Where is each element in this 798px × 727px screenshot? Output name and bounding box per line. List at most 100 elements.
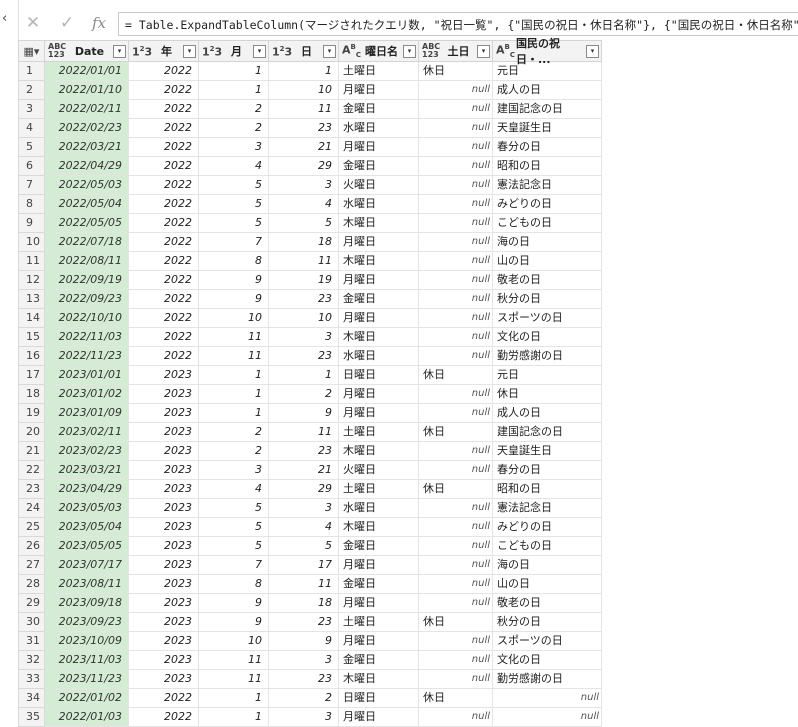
cell-weekend[interactable]: null bbox=[418, 308, 493, 328]
cell-month[interactable]: 11 bbox=[198, 346, 269, 366]
cell-weekday-name[interactable]: 土曜日 bbox=[338, 479, 419, 499]
cell-day[interactable]: 3 bbox=[268, 175, 339, 195]
cell-weekend[interactable]: null bbox=[418, 194, 493, 214]
cell-month[interactable]: 5 bbox=[198, 175, 269, 195]
cell-day[interactable]: 5 bbox=[268, 536, 339, 556]
cell-holiday-name[interactable]: 休日 bbox=[492, 384, 602, 404]
cell-year[interactable]: 2023 bbox=[128, 574, 199, 594]
cell-date[interactable]: 2023/09/18 bbox=[44, 593, 129, 613]
insert-function-button[interactable]: fx bbox=[84, 8, 114, 38]
table-row[interactable]: 22 2023/03/21 2023 3 21 火曜日 null 春分の日 bbox=[18, 460, 602, 480]
cell-weekend[interactable]: null bbox=[418, 156, 493, 176]
cell-day[interactable]: 3 bbox=[268, 707, 339, 727]
column-header-date[interactable]: ABC 123 Date ▾ bbox=[44, 40, 129, 62]
filter-dropdown-icon[interactable]: ▾ bbox=[323, 44, 336, 58]
cell-weekday-name[interactable]: 月曜日 bbox=[338, 631, 419, 651]
filter-dropdown-icon[interactable]: ▾ bbox=[477, 44, 490, 58]
cell-year[interactable]: 2023 bbox=[128, 631, 199, 651]
cell-holiday-name[interactable]: 建国記念の日 bbox=[492, 99, 602, 119]
cell-year[interactable]: 2023 bbox=[128, 441, 199, 461]
column-header-year[interactable]: 123 年 ▾ bbox=[128, 40, 199, 62]
cell-weekend[interactable]: null bbox=[418, 403, 493, 423]
cell-month[interactable]: 4 bbox=[198, 156, 269, 176]
cell-day[interactable]: 4 bbox=[268, 194, 339, 214]
cell-weekday-name[interactable]: 金曜日 bbox=[338, 536, 419, 556]
cell-year[interactable]: 2023 bbox=[128, 612, 199, 632]
cell-year[interactable]: 2022 bbox=[128, 118, 199, 138]
cell-year[interactable]: 2022 bbox=[128, 61, 199, 81]
cell-holiday-name[interactable]: 山の日 bbox=[492, 251, 602, 271]
cell-day[interactable]: 11 bbox=[268, 422, 339, 442]
cell-weekend[interactable]: null bbox=[418, 213, 493, 233]
cell-day[interactable]: 18 bbox=[268, 593, 339, 613]
cell-day[interactable]: 21 bbox=[268, 137, 339, 157]
cell-weekday-name[interactable]: 月曜日 bbox=[338, 137, 419, 157]
cell-day[interactable]: 9 bbox=[268, 631, 339, 651]
cell-month[interactable]: 8 bbox=[198, 251, 269, 271]
cell-year[interactable]: 2022 bbox=[128, 251, 199, 271]
cell-month[interactable]: 2 bbox=[198, 99, 269, 119]
cell-weekend[interactable]: null bbox=[418, 631, 493, 651]
row-number[interactable]: 31 bbox=[18, 631, 45, 651]
cell-day[interactable]: 11 bbox=[268, 251, 339, 271]
cell-day[interactable]: 2 bbox=[268, 688, 339, 708]
cell-year[interactable]: 2022 bbox=[128, 99, 199, 119]
row-number[interactable]: 11 bbox=[18, 251, 45, 271]
row-number[interactable]: 3 bbox=[18, 99, 45, 119]
table-row[interactable]: 24 2023/05/03 2023 5 3 水曜日 null 憲法記念日 bbox=[18, 498, 602, 518]
cell-weekday-name[interactable]: 木曜日 bbox=[338, 327, 419, 347]
cell-month[interactable]: 1 bbox=[198, 61, 269, 81]
cell-weekday-name[interactable]: 水曜日 bbox=[338, 346, 419, 366]
cell-holiday-name[interactable]: 敬老の日 bbox=[492, 593, 602, 613]
formula-input[interactable]: = Table.ExpandTableColumn(マージされたクエリ数, "祝… bbox=[118, 12, 798, 36]
row-number[interactable]: 12 bbox=[18, 270, 45, 290]
cell-weekday-name[interactable]: 木曜日 bbox=[338, 441, 419, 461]
cell-day[interactable]: 11 bbox=[268, 574, 339, 594]
cell-year[interactable]: 2023 bbox=[128, 669, 199, 689]
cell-day[interactable]: 23 bbox=[268, 441, 339, 461]
row-number[interactable]: 20 bbox=[18, 422, 45, 442]
cell-holiday-name[interactable]: 元日 bbox=[492, 365, 602, 385]
cell-day[interactable]: 9 bbox=[268, 403, 339, 423]
cell-day[interactable]: 23 bbox=[268, 669, 339, 689]
cell-year[interactable]: 2023 bbox=[128, 479, 199, 499]
table-row[interactable]: 25 2023/05/04 2023 5 4 木曜日 null みどりの日 bbox=[18, 517, 602, 537]
cell-day[interactable]: 11 bbox=[268, 99, 339, 119]
type-abc123-icon[interactable]: ABC 123 bbox=[422, 43, 440, 59]
cell-weekend[interactable]: null bbox=[418, 251, 493, 271]
cell-weekday-name[interactable]: 水曜日 bbox=[338, 194, 419, 214]
cell-holiday-name[interactable]: 秋分の日 bbox=[492, 289, 602, 309]
cell-holiday-name[interactable]: 文化の日 bbox=[492, 327, 602, 347]
cell-day[interactable]: 23 bbox=[268, 289, 339, 309]
table-row[interactable]: 13 2022/09/23 2022 9 23 金曜日 null 秋分の日 bbox=[18, 289, 602, 309]
cell-day[interactable]: 21 bbox=[268, 460, 339, 480]
confirm-button[interactable]: ✓ bbox=[52, 8, 82, 38]
cell-weekend[interactable]: null bbox=[418, 346, 493, 366]
cell-holiday-name[interactable]: スポーツの日 bbox=[492, 308, 602, 328]
cell-date[interactable]: 2023/02/23 bbox=[44, 441, 129, 461]
cell-weekend[interactable]: null bbox=[418, 327, 493, 347]
cell-date[interactable]: 2022/05/03 bbox=[44, 175, 129, 195]
table-row[interactable]: 3 2022/02/11 2022 2 11 金曜日 null 建国記念の日 bbox=[18, 99, 602, 119]
cell-date[interactable]: 2023/10/09 bbox=[44, 631, 129, 651]
cell-date[interactable]: 2022/11/03 bbox=[44, 327, 129, 347]
cell-month[interactable]: 8 bbox=[198, 574, 269, 594]
cell-holiday-name[interactable]: みどりの日 bbox=[492, 517, 602, 537]
filter-dropdown-icon[interactable]: ▾ bbox=[253, 44, 266, 58]
cell-weekday-name[interactable]: 月曜日 bbox=[338, 232, 419, 252]
cell-holiday-name[interactable]: 春分の日 bbox=[492, 137, 602, 157]
row-number[interactable]: 35 bbox=[18, 707, 45, 727]
cell-month[interactable]: 9 bbox=[198, 289, 269, 309]
cell-month[interactable]: 5 bbox=[198, 536, 269, 556]
cell-year[interactable]: 2022 bbox=[128, 270, 199, 290]
cell-year[interactable]: 2022 bbox=[128, 156, 199, 176]
cell-holiday-name[interactable]: 天皇誕生日 bbox=[492, 441, 602, 461]
row-number[interactable]: 33 bbox=[18, 669, 45, 689]
cell-month[interactable]: 5 bbox=[198, 194, 269, 214]
cell-day[interactable]: 29 bbox=[268, 156, 339, 176]
cell-holiday-name[interactable]: 昭和の日 bbox=[492, 156, 602, 176]
row-number[interactable]: 29 bbox=[18, 593, 45, 613]
cell-month[interactable]: 1 bbox=[198, 384, 269, 404]
cell-month[interactable]: 11 bbox=[198, 669, 269, 689]
cell-date[interactable]: 2022/09/23 bbox=[44, 289, 129, 309]
